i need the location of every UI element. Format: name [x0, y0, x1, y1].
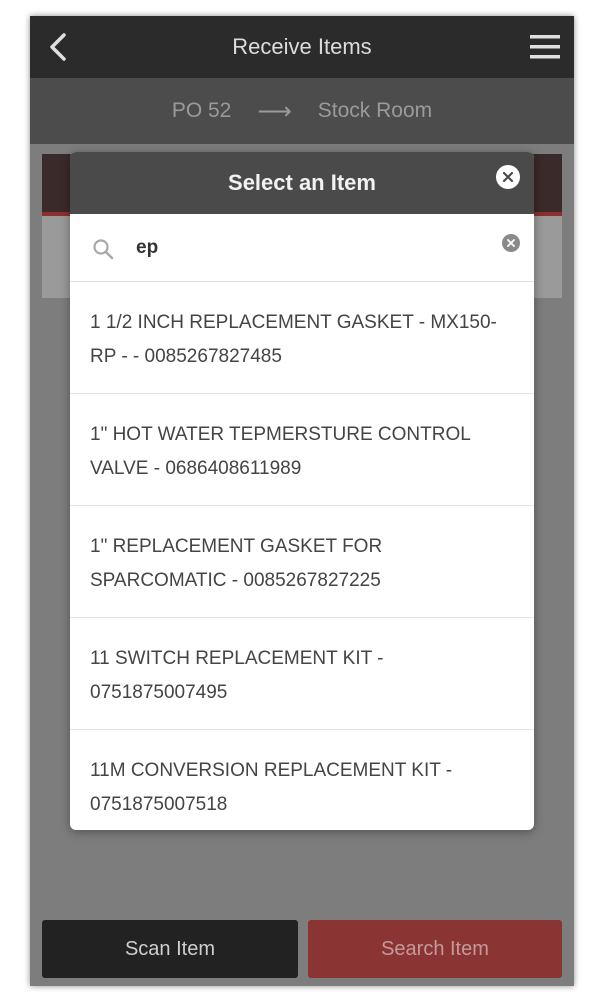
clear-search-button[interactable] [502, 234, 520, 252]
search-icon [93, 239, 114, 260]
list-item[interactable]: 11 SWITCH REPLACEMENT KIT - 075187500749… [70, 618, 534, 730]
arrow-right-icon: ⟶ [257, 97, 292, 125]
list-item[interactable]: 1" HOT WATER TEPMERSTURE CONTROL VALVE -… [70, 394, 534, 506]
item-list: 1 1/2 INCH REPLACEMENT GASKET - MX150-RP… [70, 282, 534, 830]
search-item-button[interactable]: Search Item [308, 920, 562, 978]
select-item-modal: Select an Item 1 1/2 INCH [70, 152, 534, 830]
scan-item-button[interactable]: Scan Item [42, 920, 298, 978]
list-item[interactable]: 11M CONVERSION REPLACEMENT KIT - 0751875… [70, 730, 534, 830]
search-input[interactable] [136, 232, 486, 264]
clear-icon [507, 239, 515, 247]
route-header: PO 52 ⟶ Stock Room [30, 78, 574, 144]
modal-header: Select an Item [70, 152, 534, 214]
app-frame: Receive Items PO 52 ⟶ Stock Room Scan It… [30, 16, 574, 986]
search-bar [70, 214, 534, 282]
route-destination: Stock Room [317, 99, 433, 122]
page-title: Receive Items [232, 34, 372, 59]
top-app-bar: Receive Items [30, 16, 574, 78]
modal-title: Select an Item [228, 170, 376, 195]
modal-close-button[interactable] [496, 165, 520, 189]
list-item[interactable]: 1 1/2 INCH REPLACEMENT GASKET - MX150-RP… [70, 282, 534, 394]
list-item[interactable]: 1" REPLACEMENT GASKET FOR SPARCOMATIC - … [70, 506, 534, 618]
route-source: PO 52 [171, 99, 232, 122]
hamburger-menu-icon [530, 35, 560, 59]
menu-button[interactable] [528, 30, 562, 64]
close-icon [502, 171, 514, 183]
